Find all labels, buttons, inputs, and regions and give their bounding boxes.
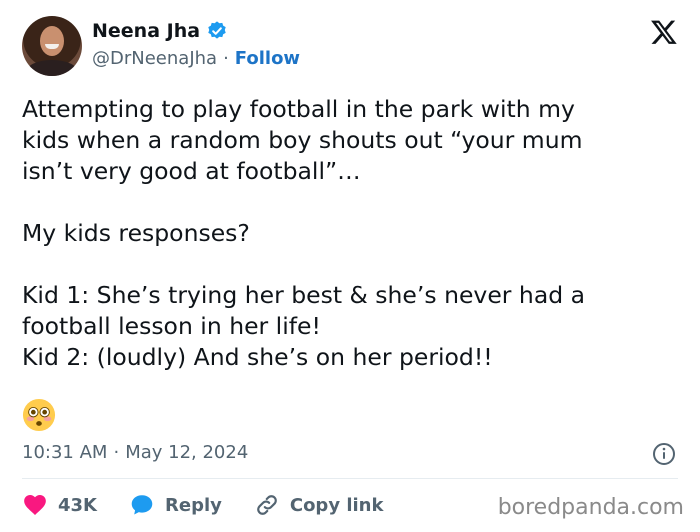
author-name-row: Neena Jha <box>92 20 228 42</box>
like-button[interactable]: 43K <box>22 492 97 518</box>
avatar[interactable] <box>22 16 82 76</box>
tweet-time[interactable]: 10:31 AM <box>22 442 107 463</box>
reply-button[interactable]: Reply <box>129 492 222 518</box>
separator-dot: · <box>223 48 229 69</box>
info-icon[interactable] <box>652 442 676 466</box>
reply-label: Reply <box>165 494 222 516</box>
meta-separator: · <box>113 442 120 463</box>
tweet-date[interactable]: May 12, 2024 <box>125 442 248 463</box>
tweet-text: Attempting to play football in the park … <box>22 95 586 371</box>
action-bar: 43K Reply Copy link <box>22 492 415 518</box>
copy-link-label: Copy link <box>289 494 384 516</box>
verified-badge-icon <box>208 21 226 39</box>
author-handle[interactable]: @DrNeenaJha <box>92 48 217 69</box>
flushed-face-emoji <box>22 398 56 432</box>
author-name[interactable]: Neena Jha <box>92 20 200 42</box>
divider <box>22 478 678 479</box>
heart-icon <box>24 495 46 515</box>
x-logo-icon[interactable] <box>650 18 678 46</box>
author-handle-row: @DrNeenaJha · Follow <box>92 48 300 69</box>
like-count: 43K <box>58 494 97 516</box>
watermark: boredpanda.com <box>497 495 684 520</box>
speech-bubble-icon <box>131 495 153 515</box>
link-icon <box>257 495 277 515</box>
follow-button[interactable]: Follow <box>235 48 300 69</box>
copy-link-button[interactable]: Copy link <box>254 492 384 518</box>
tweet-meta: 10:31 AM · May 12, 2024 <box>22 442 248 463</box>
